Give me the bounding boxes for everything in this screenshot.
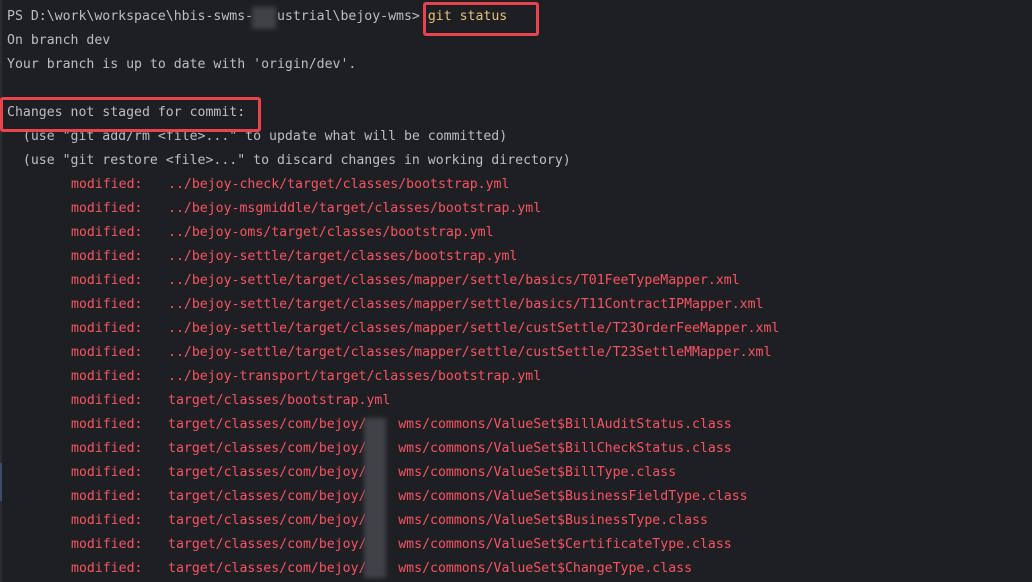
modified-label: modified: [71,441,143,456]
modified-label: modified: [71,297,143,312]
modified-file-line: modified: ../bejoy-msgmiddle/target/class… [71,197,541,221]
modified-label: modified: [71,225,143,240]
file-path: ../bejoy-oms/target/classes/bootstrap.ym… [168,225,494,240]
file-path: ../bejoy-settle/target/classes/mapper/se… [168,321,780,336]
modified-file-line: modified: target/classes/com/bejoy/ wms/c… [71,509,708,533]
modified-file-line: modified: ../bejoy-settle/target/classes/… [71,245,517,269]
modified-file-line: modified: ../bejoy-settle/target/classes/… [71,293,763,317]
file-path: ../bejoy-check/target/classes/bootstrap.… [168,177,510,192]
command-highlight-box [423,2,539,36]
branch-line: On branch dev [7,33,111,48]
modified-label: modified: [71,273,143,288]
file-path: ../bejoy-msgmiddle/target/classes/bootst… [168,201,542,216]
modified-label: modified: [71,345,143,360]
modified-file-line: modified: ../bejoy-settle/target/classes/… [71,317,779,341]
modified-file-line: modified: target/classes/com/bejoy/ wms/c… [71,437,732,461]
file-path: target/classes/com/bejoy/ wms/commons/Va… [168,465,677,480]
changes-header-highlight-box [0,97,261,132]
hint-restore-line: (use "git restore <file>..." to discard … [7,153,571,168]
file-path: ../bejoy-transport/target/classes/bootst… [168,369,542,384]
modified-file-line: modified: target/classes/bootstrap.yml [71,389,390,413]
modified-label: modified: [71,513,143,528]
modified-label: modified: [71,249,143,264]
modified-file-line: modified: ../bejoy-settle/target/classes/… [71,269,740,293]
file-path: target/classes/com/bejoy/ wms/commons/Va… [168,537,732,552]
file-path: ../bejoy-settle/target/classes/mapper/se… [168,273,740,288]
modified-label: modified: [71,417,143,432]
redaction-blur [252,7,276,29]
modified-label: modified: [71,321,143,336]
file-path: target/classes/com/bejoy/ wms/commons/Va… [168,417,732,432]
modified-file-line: modified: ../bejoy-oms/target/classes/boo… [71,221,494,245]
modified-label: modified: [71,465,143,480]
file-path: target/classes/com/bejoy/ wms/commons/Va… [168,513,708,528]
uptodate-line: Your branch is up to date with 'origin/d… [7,57,357,72]
modified-label: modified: [71,393,143,408]
file-path: ../bejoy-settle/target/classes/bootstrap… [168,249,518,264]
file-path: target/classes/bootstrap.yml [168,393,391,408]
file-path: target/classes/com/bejoy/ wms/commons/Va… [168,489,748,504]
file-path: ../bejoy-settle/target/classes/mapper/se… [168,297,764,312]
modified-label: modified: [71,561,143,576]
redaction-blur [364,418,386,578]
file-path: target/classes/com/bejoy/ wms/commons/Va… [168,561,693,576]
modified-label: modified: [71,489,143,504]
terminal-output[interactable]: PS D:\work\workspace\hbis-swms- ustrial\… [0,0,1032,582]
modified-file-line: modified: target/classes/com/bejoy/ wms/c… [71,413,732,437]
scroll-marker [0,463,2,501]
prompt: PS D:\work\workspace\hbis-swms- ustrial\… [7,9,420,24]
modified-file-line: modified: ../bejoy-transport/target/class… [71,365,541,389]
modified-label: modified: [71,201,143,216]
modified-file-line: modified: target/classes/com/bejoy/ wms/c… [71,533,732,557]
modified-file-line: modified: target/classes/com/bejoy/ wms/c… [71,485,748,509]
file-path: ../bejoy-settle/target/classes/mapper/se… [168,345,772,360]
modified-file-line: modified: ../bejoy-settle/target/classes/… [71,341,771,365]
modified-label: modified: [71,537,143,552]
modified-file-line: modified: ../bejoy-check/target/classes/b… [71,173,509,197]
file-path: target/classes/com/bejoy/ wms/commons/Va… [168,441,732,456]
modified-label: modified: [71,177,143,192]
modified-label: modified: [71,369,143,384]
